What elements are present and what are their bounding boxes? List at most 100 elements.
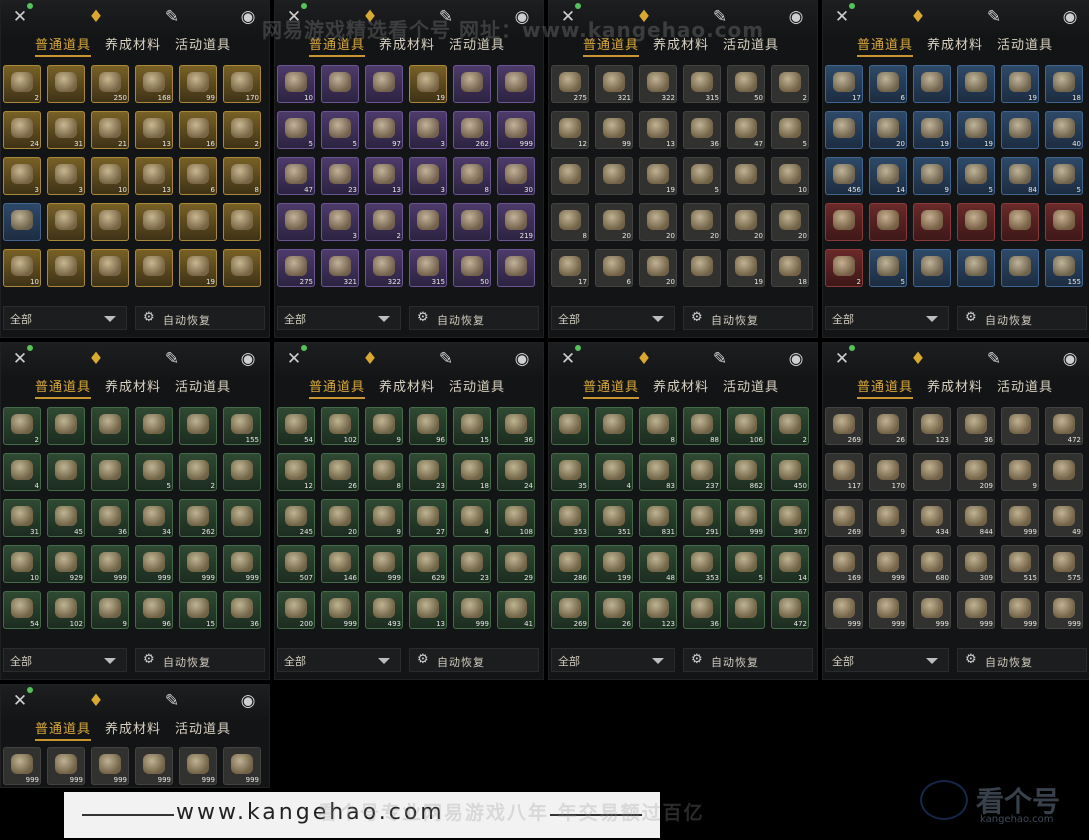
item-slot[interactable]: 4 [453,499,491,537]
item-slot[interactable] [1001,407,1039,445]
item-slot[interactable]: 26 [869,407,907,445]
filter-dropdown[interactable]: 全部 [825,648,949,672]
item-slot[interactable]: 123 [913,407,951,445]
item-slot[interactable] [825,203,863,241]
item-slot[interactable]: 8 [453,157,491,195]
token-icon[interactable]: ◉ [237,690,259,712]
item-slot[interactable]: 5 [683,157,721,195]
item-slot[interactable]: 29 [497,545,535,583]
battle-icon[interactable]: ✕ [831,345,855,370]
tab-growth-materials[interactable]: 养成材料 [105,36,161,56]
item-slot[interactable]: 209 [957,453,995,491]
item-slot[interactable]: 9 [365,407,403,445]
item-slot[interactable]: 199 [595,545,633,583]
pouch-icon[interactable]: ♦ [359,6,381,28]
item-slot[interactable]: 456 [825,157,863,195]
battle-icon[interactable]: ✕ [9,687,33,712]
pouch-icon[interactable]: ♦ [85,348,107,370]
item-slot[interactable] [957,203,995,241]
item-slot[interactable]: 50 [727,65,765,103]
item-slot[interactable]: 36 [957,407,995,445]
item-slot[interactable]: 23 [321,157,359,195]
item-slot[interactable]: 102 [321,407,359,445]
item-slot[interactable] [1001,203,1039,241]
item-slot[interactable]: 269 [551,591,589,629]
tab-normal-items[interactable]: 普通道具 [857,36,914,57]
item-slot[interactable]: 24 [497,453,535,491]
item-slot[interactable]: 5 [135,453,173,491]
item-slot[interactable]: 23 [453,545,491,583]
item-slot[interactable] [47,453,85,491]
item-slot[interactable] [551,157,589,195]
item-slot[interactable]: 34 [135,499,173,537]
item-slot[interactable]: 10 [771,157,809,195]
item-slot[interactable]: 6 [869,65,907,103]
item-slot[interactable]: 286 [551,545,589,583]
item-slot[interactable]: 315 [683,65,721,103]
item-slot[interactable]: 47 [277,157,315,195]
item-slot[interactable]: 155 [1045,249,1083,287]
item-slot[interactable]: 19 [913,111,951,149]
item-slot[interactable] [135,203,173,241]
item-slot[interactable]: 262 [453,111,491,149]
filter-dropdown[interactable]: 全部 [551,306,675,330]
item-slot[interactable]: 831 [639,499,677,537]
item-slot[interactable] [223,203,261,241]
item-slot[interactable]: 36 [683,111,721,149]
scroll-icon[interactable]: ✎ [983,6,1005,28]
battle-icon[interactable]: ✕ [557,3,581,28]
item-slot[interactable]: 96 [409,407,447,445]
item-slot[interactable] [595,407,633,445]
item-slot[interactable]: 45 [47,499,85,537]
item-slot[interactable]: 117 [825,453,863,491]
tab-event-items[interactable]: 活动道具 [997,36,1053,56]
item-slot[interactable]: 291 [683,499,721,537]
item-slot[interactable] [727,591,765,629]
item-slot[interactable]: 20 [771,203,809,241]
item-slot[interactable]: 999 [135,545,173,583]
item-slot[interactable] [913,65,951,103]
item-slot[interactable]: 5 [957,157,995,195]
item-slot[interactable] [453,65,491,103]
item-slot[interactable]: 219 [497,203,535,241]
item-slot[interactable]: 999 [869,591,907,629]
item-slot[interactable]: 10 [91,157,129,195]
item-slot[interactable]: 999 [91,545,129,583]
item-slot[interactable]: 245 [277,499,315,537]
item-slot[interactable]: 680 [913,545,951,583]
token-icon[interactable]: ◉ [785,348,807,370]
item-slot[interactable] [409,203,447,241]
item-slot[interactable]: 8 [365,453,403,491]
item-slot[interactable]: 2 [223,111,261,149]
item-slot[interactable]: 13 [135,111,173,149]
item-slot[interactable]: 41 [497,591,535,629]
item-slot[interactable]: 96 [135,591,173,629]
item-slot[interactable]: 24 [3,111,41,149]
item-slot[interactable]: 262 [179,499,217,537]
tab-event-items[interactable]: 活动道具 [449,36,505,56]
item-slot[interactable]: 2 [179,453,217,491]
tab-event-items[interactable]: 活动道具 [175,378,231,398]
item-slot[interactable]: 54 [3,591,41,629]
battle-icon[interactable]: ✕ [831,3,855,28]
item-slot[interactable]: 575 [1045,545,1083,583]
item-slot[interactable]: 13 [639,111,677,149]
item-slot[interactable] [497,249,535,287]
item-slot[interactable]: 49 [1045,499,1083,537]
item-slot[interactable]: 4 [595,453,633,491]
item-slot[interactable]: 3 [3,157,41,195]
item-slot[interactable] [277,203,315,241]
auto-restore-button[interactable]: ⚙ 自动恢复 [683,648,813,672]
item-slot[interactable]: 999 [365,545,403,583]
item-slot[interactable]: 2 [3,65,41,103]
item-slot[interactable]: 168 [135,65,173,103]
filter-dropdown[interactable]: 全部 [277,648,401,672]
item-slot[interactable]: 6 [595,249,633,287]
item-slot[interactable]: 17 [551,249,589,287]
item-slot[interactable]: 250 [91,65,129,103]
item-slot[interactable]: 450 [771,453,809,491]
item-slot[interactable]: 237 [683,453,721,491]
item-slot[interactable]: 321 [321,249,359,287]
auto-restore-button[interactable]: ⚙ 自动恢复 [135,648,265,672]
item-slot[interactable]: 493 [365,591,403,629]
